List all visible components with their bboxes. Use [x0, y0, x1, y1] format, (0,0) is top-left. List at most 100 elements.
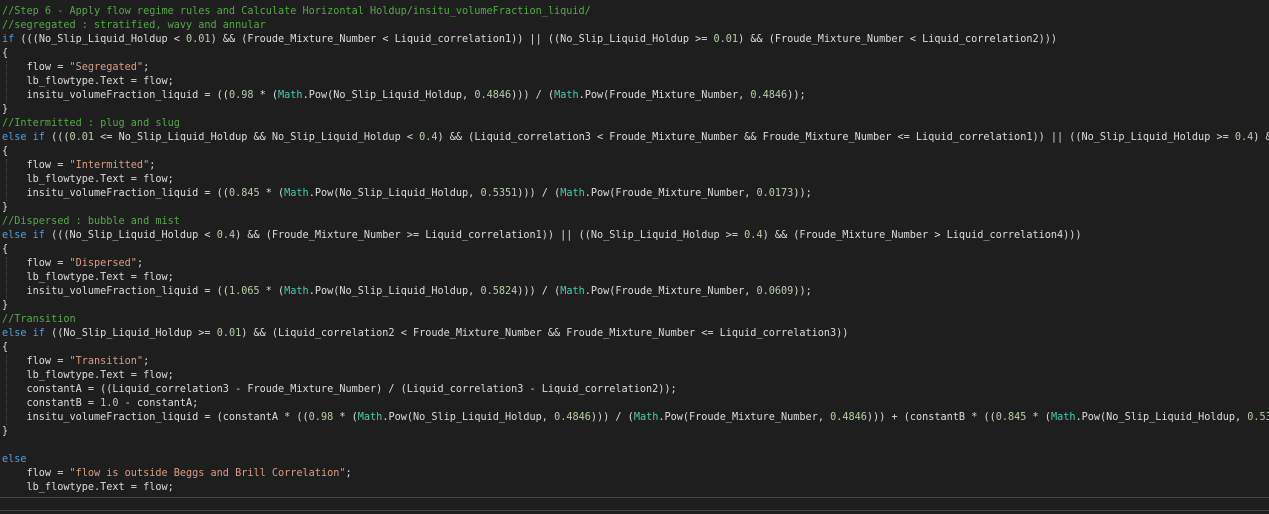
code-token-keyword: else if [2, 230, 45, 241]
code-token-number: 0.98 [228, 90, 254, 101]
code-token-plain: ))) / ( [590, 412, 634, 423]
code-token-plain: flow = [2, 356, 70, 367]
code-token-comment: //Transition [2, 314, 76, 325]
code-token-plain: ; [345, 468, 352, 479]
code-token-plain: { [2, 48, 9, 59]
code-line[interactable]: insitu_volumeFraction_liquid = ((0.98 * … [2, 89, 806, 103]
code-token-number: 0.4846 [830, 412, 867, 423]
code-token-type: Math [357, 412, 383, 423]
code-line[interactable]: flow = "Dispersed"; [2, 257, 144, 271]
code-token-plain: ; [143, 356, 150, 367]
code-line[interactable]: else if (((No_Slip_Liquid_Holdup < 0.4) … [2, 229, 1082, 243]
code-token-number: 0.4846 [474, 90, 512, 101]
code-line[interactable]: { [2, 145, 8, 159]
code-line[interactable]: } [2, 425, 8, 439]
code-line[interactable]: //segregated : stratified, wavy and annu… [2, 19, 266, 33]
code-token-number: 0.4 [216, 230, 236, 241]
code-token-plain: ) && (Froude_Mixture_Number < Liquid_cor… [210, 34, 714, 45]
code-line[interactable]: if (((No_Slip_Liquid_Holdup < 0.01) && (… [2, 33, 1057, 47]
code-token-keyword: else if [2, 132, 45, 143]
code-line[interactable]: constantA = ((Liquid_correlation3 - Frou… [2, 383, 677, 397]
code-token-plain: } [2, 426, 9, 437]
code-token-plain: * ( [1026, 412, 1051, 423]
code-token-number: 0.0173 [756, 188, 794, 199]
code-line[interactable]: insitu_volumeFraction_liquid = ((0.845 *… [2, 187, 812, 201]
code-line[interactable]: //Transition [2, 313, 76, 327]
code-token-string: "flow is outside Beggs and Brill Correla… [69, 468, 346, 479]
code-token-number: 0.5351 [480, 188, 518, 199]
code-token-plain: .Pow(Froude_Mixture_Number, [584, 286, 757, 297]
code-editor[interactable]: //Step 6 - Apply flow regime rules and C… [0, 0, 1269, 514]
code-token-number: 0.4 [744, 230, 763, 241]
code-token-plain: .Pow(No_Slip_Liquid_Holdup, [302, 90, 475, 101]
code-token-keyword: else if [2, 328, 45, 339]
code-token-plain: )); [793, 286, 812, 297]
code-token-plain: (((No_Slip_Liquid_Holdup < [14, 34, 187, 45]
code-token-comment: //Step 6 - Apply flow regime rules and C… [2, 6, 591, 17]
code-token-number: 0.4 [1234, 132, 1254, 143]
code-token-plain: lb_flowtype.Text = flow; [2, 370, 174, 381]
code-line[interactable]: flow = "Segregated"; [2, 61, 150, 75]
code-line[interactable]: insitu_volumeFraction_liquid = ((1.065 *… [2, 285, 812, 299]
code-token-type: Math [278, 90, 303, 101]
code-token-plain: } [2, 202, 9, 213]
code-token-plain: ))) / ( [511, 90, 555, 101]
code-line[interactable]: } [2, 103, 8, 117]
code-line[interactable]: //Dispersed : bubble and mist [2, 215, 180, 229]
code-line[interactable]: insitu_volumeFraction_liquid = (constant… [2, 411, 1269, 425]
code-line[interactable]: else if (((0.01 <= No_Slip_Liquid_Holdup… [2, 131, 1269, 145]
code-token-type: Math [284, 286, 309, 297]
code-line[interactable]: //Step 6 - Apply flow regime rules and C… [2, 5, 591, 19]
code-token-string: "Segregated" [69, 62, 144, 73]
code-line[interactable]: flow = "Transition"; [2, 355, 150, 369]
code-token-number: 0.01 [186, 34, 211, 45]
code-line[interactable]: //Intermitted : plug and slug [2, 117, 180, 131]
code-token-type: Math [633, 412, 659, 423]
code-token-plain: constantB = [2, 398, 101, 409]
code-token-string: "Intermitted" [69, 160, 150, 171]
code-token-plain: { [2, 342, 9, 353]
code-line[interactable]: } [2, 299, 8, 313]
code-line[interactable]: constantB = 1.0 - constantA; [2, 397, 199, 411]
code-token-type: Math [1050, 412, 1076, 423]
code-token-plain: insitu_volumeFraction_liquid = (( [2, 286, 229, 297]
code-token-plain: * ( [259, 286, 285, 297]
code-token-plain: insitu_volumeFraction_liquid = (( [2, 90, 229, 101]
code-token-plain: .Pow(No_Slip_Liquid_Holdup, [382, 412, 555, 423]
code-line[interactable]: lb_flowtype.Text = flow; [2, 369, 174, 383]
code-line[interactable]: { [2, 243, 8, 257]
code-token-plain: lb_flowtype.Text = flow; [2, 272, 174, 283]
code-token-type: Math [554, 90, 579, 101]
code-token-plain: lb_flowtype.Text = flow; [2, 482, 174, 493]
code-token-plain: ) && (Froude_Mixture_Number >= Liquid_co… [235, 230, 745, 241]
code-token-plain: } [2, 104, 9, 115]
code-token-plain: { [2, 146, 9, 157]
code-line[interactable]: flow = "Intermitted"; [2, 159, 156, 173]
code-line[interactable]: lb_flowtype.Text = flow; [2, 271, 174, 285]
code-line[interactable]: { [2, 341, 8, 355]
code-token-plain: ; [149, 160, 156, 171]
code-line[interactable]: flow = "flow is outside Beggs and Brill … [2, 467, 352, 481]
code-line[interactable]: } [2, 201, 8, 215]
code-token-number: 0.845 [995, 412, 1027, 423]
code-line[interactable]: lb_flowtype.Text = flow; [2, 75, 174, 89]
code-line[interactable]: lb_flowtype.Text = flow; [2, 481, 174, 495]
code-token-number: 0.4 [419, 132, 438, 143]
code-token-number: 0.4846 [554, 412, 591, 423]
code-token-plain: ))) / ( [517, 188, 561, 199]
code-token-plain: ) && (Liquid_correlation3 < Froude_Mixtu… [437, 132, 1235, 143]
code-token-plain: } [2, 300, 9, 311]
code-token-number: 0.01 [69, 132, 95, 143]
code-token-plain: constantA = ((Liquid_correlation3 - Frou… [2, 384, 677, 395]
code-line[interactable]: else [2, 453, 27, 467]
code-token-plain: .Pow(Froude_Mixture_Number, [658, 412, 831, 423]
code-line[interactable]: else if ((No_Slip_Liquid_Holdup >= 0.01)… [2, 327, 848, 341]
code-token-string: "Dispersed" [69, 258, 137, 269]
code-line[interactable]: lb_flowtype.Text = flow; [2, 173, 174, 187]
code-token-plain: { [2, 244, 9, 255]
code-token-type: Math [560, 286, 585, 297]
code-token-plain: flow = [2, 468, 70, 479]
code-token-type: Math [284, 188, 309, 199]
code-line[interactable]: { [2, 47, 8, 61]
code-token-keyword: else [2, 454, 27, 465]
